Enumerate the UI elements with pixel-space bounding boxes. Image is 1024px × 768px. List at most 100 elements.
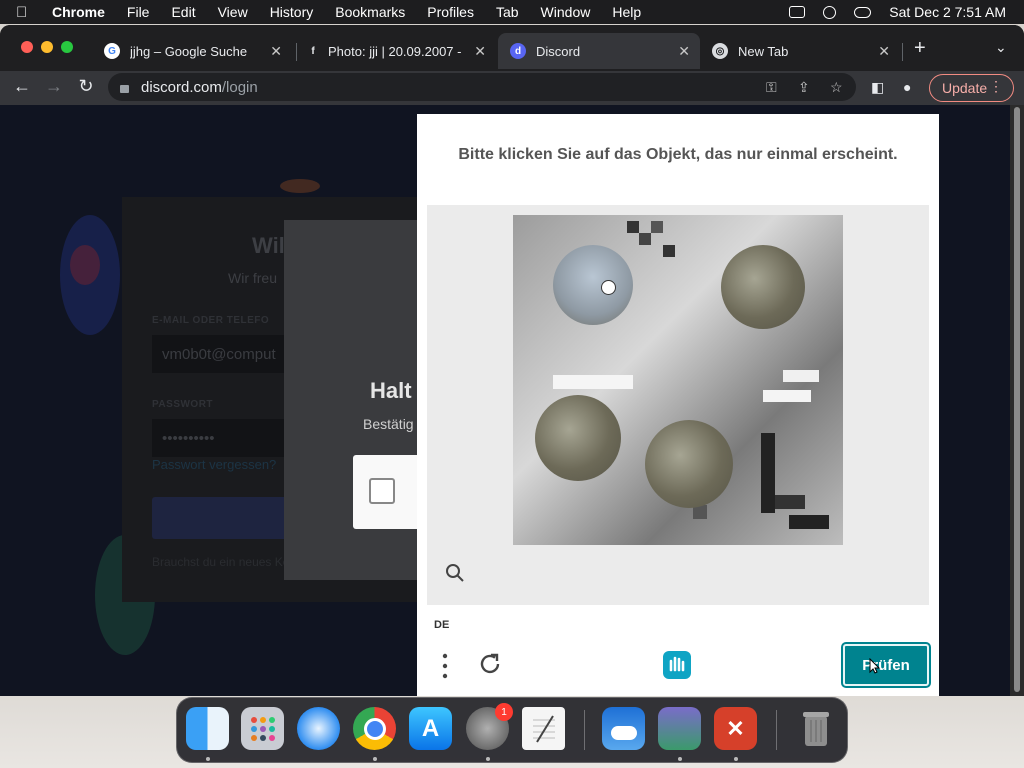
image-circle-bird-sitting[interactable] bbox=[645, 420, 733, 508]
profile-icon[interactable]: ● bbox=[903, 79, 911, 95]
remote-desktop-icon[interactable]: ✕ bbox=[714, 707, 757, 750]
tab-photo[interactable]: f Photo: jji | 20.09.2007 - ✕ bbox=[298, 33, 496, 69]
running-indicator bbox=[734, 757, 738, 761]
page-scrollbar[interactable] bbox=[1010, 105, 1024, 696]
discord-login-page: Wil Wir freu E-MAIL ODER TELEFO vm0b0t@c… bbox=[0, 105, 1010, 696]
url-domain: discord.com bbox=[141, 78, 222, 96]
captcha-checkbox[interactable] bbox=[369, 478, 395, 504]
login-subheading: Wir freu bbox=[228, 270, 277, 286]
address-url[interactable]: discord.com/login bbox=[141, 79, 258, 96]
google-icon: G bbox=[104, 43, 120, 59]
tab-search-chevron-icon[interactable]: ⌄ bbox=[995, 39, 1007, 56]
tab-divider bbox=[902, 43, 903, 61]
app-store-icon[interactable]: A bbox=[409, 707, 452, 750]
refresh-challenge-icon[interactable] bbox=[477, 651, 503, 677]
tab-new-tab[interactable]: ◎ New Tab ✕ bbox=[700, 33, 900, 69]
menu-view[interactable]: View bbox=[218, 4, 248, 20]
selection-marker bbox=[601, 280, 616, 295]
menu-file[interactable]: File bbox=[127, 4, 150, 20]
finder-icon[interactable] bbox=[186, 707, 229, 750]
photo-site-icon: f bbox=[311, 45, 315, 57]
login-heading: Wil bbox=[252, 233, 285, 258]
key-icon[interactable]: ⚿ bbox=[766, 79, 777, 96]
minimize-window-button[interactable] bbox=[41, 41, 53, 53]
control-center-icon[interactable] bbox=[854, 6, 872, 18]
weather-icon[interactable] bbox=[602, 707, 645, 750]
browser-window: G jjhg – Google Suche ✕ f Photo: jji | 2… bbox=[0, 25, 1024, 696]
pixel-noise bbox=[783, 370, 819, 382]
reload-icon[interactable]: ↻ bbox=[74, 76, 98, 97]
menu-bookmarks[interactable]: Bookmarks bbox=[335, 4, 405, 20]
share-icon[interactable]: ⇪ bbox=[798, 79, 810, 96]
menu-tab[interactable]: Tab bbox=[496, 4, 519, 20]
tab-title: Photo: jji | 20.09.2007 - bbox=[328, 43, 462, 59]
browser-toolbar: ← → ↻ discord.com/login ⚿ ⇪ ☆ ◧ ● Update… bbox=[0, 71, 1024, 105]
chrome-icon: ◎ bbox=[712, 43, 728, 59]
screen-mirroring-icon[interactable] bbox=[789, 6, 806, 18]
close-window-button[interactable] bbox=[21, 41, 33, 53]
forgot-password-link[interactable]: Passwort vergessen? bbox=[152, 457, 276, 472]
apple-icon[interactable]:  bbox=[16, 4, 38, 21]
side-panel-icon[interactable]: ◧ bbox=[871, 79, 884, 96]
update-label: Update bbox=[942, 80, 988, 96]
image-circle-bird-sitting[interactable] bbox=[721, 245, 805, 329]
launchpad-icon[interactable] bbox=[241, 707, 284, 750]
close-tab-icon[interactable]: ✕ bbox=[878, 43, 890, 60]
new-tab-plus-icon[interactable]: + bbox=[914, 37, 926, 60]
close-tab-icon[interactable]: ✕ bbox=[678, 43, 690, 60]
photos-icon[interactable] bbox=[658, 707, 701, 750]
menu-edit[interactable]: Edit bbox=[171, 4, 195, 20]
chrome-center-icon bbox=[363, 717, 386, 740]
system-settings-icon[interactable]: 1 bbox=[466, 703, 513, 750]
pixel-noise bbox=[775, 495, 805, 509]
bookmark-star-icon[interactable]: ☆ bbox=[830, 79, 843, 96]
mouse-cursor-icon bbox=[869, 658, 881, 674]
menu-clock[interactable]: Sat Dec 2 7:51 AM bbox=[889, 4, 1006, 20]
close-tab-icon[interactable]: ✕ bbox=[270, 43, 282, 60]
tab-title: New Tab bbox=[738, 43, 789, 59]
running-indicator bbox=[486, 757, 490, 761]
forward-arrow-icon[interactable]: → bbox=[42, 76, 66, 97]
image-circle-bird-flying[interactable] bbox=[553, 245, 633, 325]
pixel-noise bbox=[663, 245, 675, 257]
language-selector[interactable]: DE bbox=[434, 619, 449, 631]
menu-history[interactable]: History bbox=[270, 4, 314, 20]
textedit-icon[interactable] bbox=[522, 707, 565, 750]
close-tab-icon[interactable]: ✕ bbox=[474, 43, 486, 60]
tab-divider bbox=[296, 43, 297, 61]
spotlight-search-icon[interactable] bbox=[823, 5, 837, 19]
menu-profiles[interactable]: Profiles bbox=[427, 4, 474, 20]
captcha-image[interactable] bbox=[513, 215, 843, 545]
menu-app-name[interactable]: Chrome bbox=[52, 4, 105, 20]
update-button[interactable]: Update ⋮ bbox=[929, 74, 1014, 102]
running-indicator bbox=[373, 757, 377, 761]
register-text[interactable]: Brauchst du ein neues Ko bbox=[152, 555, 289, 569]
chrome-icon[interactable] bbox=[353, 707, 396, 750]
menu-help[interactable]: Help bbox=[612, 4, 641, 20]
submit-button[interactable]: Prüfen bbox=[843, 644, 929, 686]
lock-icon[interactable] bbox=[120, 85, 129, 93]
captcha-image-panel bbox=[427, 205, 929, 605]
tab-google-search[interactable]: G jjhg – Google Suche ✕ bbox=[92, 33, 292, 69]
pixel-noise bbox=[553, 375, 633, 389]
zoom-window-button[interactable] bbox=[61, 41, 73, 53]
hcaptcha-logo-icon bbox=[663, 651, 691, 679]
zoom-search-icon[interactable] bbox=[445, 563, 465, 583]
notification-badge: 1 bbox=[495, 703, 513, 721]
trash-icon[interactable] bbox=[794, 707, 837, 750]
dock: A 1 ✕ bbox=[176, 697, 848, 763]
address-bar[interactable]: discord.com/login ⚿ ⇪ ☆ bbox=[108, 73, 856, 101]
scrollbar-thumb[interactable] bbox=[1014, 107, 1020, 692]
back-arrow-icon[interactable]: ← bbox=[10, 76, 34, 97]
dock-separator bbox=[776, 710, 777, 750]
menu-dots-icon[interactable] bbox=[441, 652, 449, 680]
discord-icon: d bbox=[510, 43, 526, 59]
email-label: E-MAIL ODER TELEFO bbox=[152, 315, 270, 326]
captcha-challenge-panel: Bitte klicken Sie auf das Objekt, das nu… bbox=[417, 114, 939, 696]
more-options-icon[interactable]: ⋮ bbox=[989, 78, 1003, 95]
menu-window[interactable]: Window bbox=[541, 4, 591, 20]
pixel-noise bbox=[639, 233, 651, 245]
image-circle-bird-sitting[interactable] bbox=[535, 395, 621, 481]
tab-discord[interactable]: d Discord ✕ bbox=[498, 33, 700, 69]
safari-icon[interactable] bbox=[297, 707, 340, 750]
